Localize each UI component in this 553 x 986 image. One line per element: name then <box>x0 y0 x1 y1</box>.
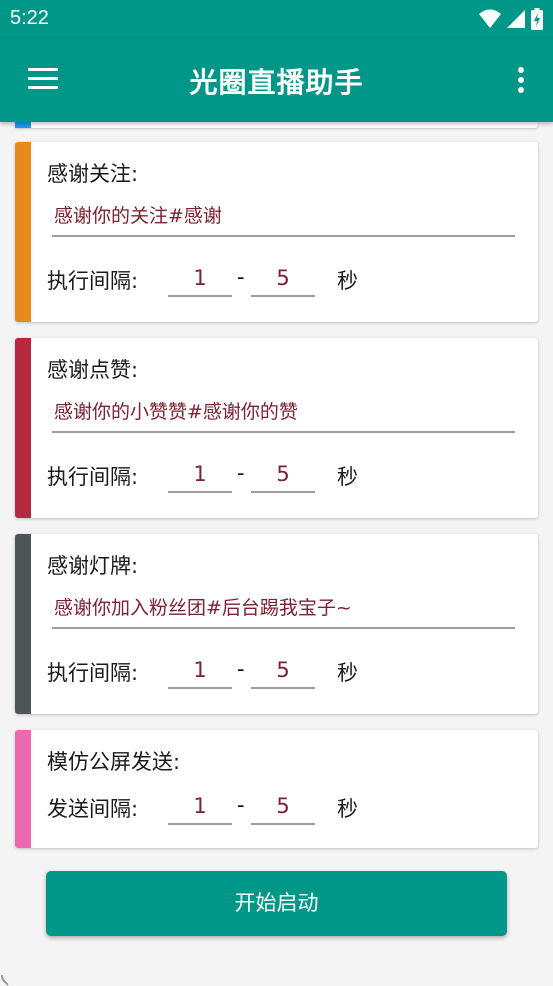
interval-max-input[interactable]: 5 <box>251 787 315 825</box>
wifi-icon <box>479 9 501 28</box>
interval-row: 执行间隔: 1 - 5 秒 <box>47 651 527 691</box>
interval-row: 执行间隔: 1 - 5 秒 <box>47 455 527 495</box>
message-input[interactable]: 感谢你加入粉丝团#后台踢我宝子~ <box>52 591 515 629</box>
status-bar: 5:22 <box>0 0 553 38</box>
interval-max-input[interactable]: 5 <box>251 651 315 689</box>
card-color-strip <box>15 730 31 848</box>
card-color-strip <box>15 534 31 714</box>
card-color-strip <box>15 142 31 322</box>
card-thanks-like: 感谢点赞: 感谢你的小赞赞#感谢你的赞 执行间隔: 1 - 5 秒 <box>15 338 538 518</box>
signal-icon <box>507 10 525 28</box>
interval-max-input[interactable]: 5 <box>251 259 315 297</box>
card-title: 感谢点赞: <box>47 358 139 382</box>
app-bar: 光圈直播助手 <box>0 38 553 122</box>
card-thanks-badge: 感谢灯牌: 感谢你加入粉丝团#后台踢我宝子~ 执行间隔: 1 - 5 秒 <box>15 534 538 714</box>
status-time: 5:22 <box>10 7 49 29</box>
interval-dash: - <box>237 461 245 485</box>
interval-unit: 秒 <box>337 797 358 821</box>
interval-label: 执行间隔: <box>47 661 139 685</box>
interval-min-input[interactable]: 1 <box>168 455 232 493</box>
card-thanks-follow: 感谢关注: 感谢你的关注#感谢 执行间隔: 1 - 5 秒 <box>15 142 538 322</box>
interval-dash: - <box>237 793 245 817</box>
interval-dash: - <box>237 265 245 289</box>
interval-max-input[interactable]: 5 <box>251 455 315 493</box>
interval-min-input[interactable]: 1 <box>168 787 232 825</box>
card-title: 感谢关注: <box>47 162 139 186</box>
interval-min-input[interactable]: 1 <box>168 259 232 297</box>
message-input[interactable]: 感谢你的小赞赞#感谢你的赞 <box>52 395 515 433</box>
card-title: 模仿公屏发送: <box>47 750 181 774</box>
message-input[interactable]: 感谢你的关注#感谢 <box>52 199 515 237</box>
start-button[interactable]: 开始启动 <box>46 871 507 936</box>
interval-dash: - <box>237 657 245 681</box>
interval-label: 执行间隔: <box>47 269 139 293</box>
battery-charging-icon <box>531 8 543 30</box>
card-imitate-send: 模仿公屏发送: 发送间隔: 1 - 5 秒 <box>15 730 538 848</box>
interval-row: 发送间隔: 1 - 5 秒 <box>47 787 527 827</box>
interval-unit: 秒 <box>337 661 358 685</box>
card-title: 感谢灯牌: <box>47 554 139 578</box>
interval-row: 执行间隔: 1 - 5 秒 <box>47 259 527 299</box>
card-color-strip <box>15 338 31 518</box>
interval-label: 执行间隔: <box>47 465 139 489</box>
app-title: 光圈直播助手 <box>189 66 364 99</box>
status-icons <box>479 8 543 30</box>
interval-min-input[interactable]: 1 <box>168 651 232 689</box>
interval-label: 发送间隔: <box>47 797 139 821</box>
interval-unit: 秒 <box>337 269 358 293</box>
interval-unit: 秒 <box>337 465 358 489</box>
more-vert-icon[interactable] <box>517 67 525 93</box>
